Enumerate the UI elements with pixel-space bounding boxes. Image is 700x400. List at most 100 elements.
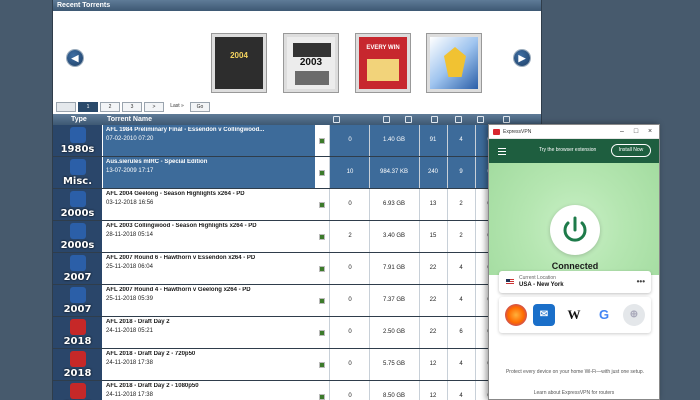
routers-link[interactable]: Learn about ExpressVPN for routers xyxy=(489,390,659,396)
torrent-date: 07-02-2010 07:20 xyxy=(106,136,154,142)
sort-icon[interactable] xyxy=(161,116,168,123)
size-col-icon[interactable] xyxy=(383,116,390,123)
recent-cover-1[interactable]: 2004 xyxy=(211,33,267,93)
torrent-name-link[interactable]: AFL 2007 Round 4 - Hawthorn v Geelong x2… xyxy=(106,287,312,293)
table-row[interactable]: 2000s AFL 2003 Collingwood - Season Highl… xyxy=(53,221,541,253)
torrent-name-cell: AFL 2003 Collingwood - Season Highlights… xyxy=(103,221,315,252)
category-icon[interactable]: 1980s xyxy=(53,125,102,156)
torrent-name-link[interactable]: AFL 2007 Round 6 - Hawthorn v Essendon x… xyxy=(106,255,312,261)
recent-cover-4[interactable] xyxy=(426,33,482,93)
comments-count: 0 xyxy=(348,297,352,303)
connection-status: Connected xyxy=(551,261,599,271)
torrent-name-cell: Aus.sierules mIRC - Special Edition 13-07… xyxy=(103,157,315,188)
mail-shortcut-icon[interactable]: ✉ xyxy=(533,304,555,326)
recent-cover-3[interactable]: EVERY WIN xyxy=(355,33,411,93)
download-icon[interactable] xyxy=(319,266,325,272)
torrent-name-link[interactable]: AFL 2004 Geelong - Season Highlights x26… xyxy=(106,191,312,197)
afl-logo-icon xyxy=(70,127,86,143)
menu-icon[interactable] xyxy=(498,148,506,157)
col-name-header[interactable]: Torrent Name xyxy=(107,114,152,125)
table-row[interactable]: 2018 AFL 2018 - Draft Day 2 24-11-2018 05:… xyxy=(53,317,541,349)
torrent-date: 25-11-2018 05:39 xyxy=(106,296,153,302)
minimize-icon[interactable]: – xyxy=(615,125,629,139)
pager-page-2[interactable]: 2 xyxy=(100,102,120,112)
table-row[interactable]: 2000s AFL 2004 Geelong - Season Highlight… xyxy=(53,189,541,221)
cover-3-text: EVERY WIN xyxy=(366,45,400,51)
carousel-prev-button[interactable]: ◀ xyxy=(67,50,83,66)
download-icon[interactable] xyxy=(319,330,325,336)
close-icon[interactable]: × xyxy=(643,125,657,139)
power-button[interactable] xyxy=(550,205,600,255)
recent-cover-2[interactable]: 2003 xyxy=(283,33,339,93)
firefox-shortcut-icon[interactable] xyxy=(505,304,527,326)
add-shortcut-icon[interactable]: ⊕ xyxy=(623,304,645,326)
table-header: Type Torrent Name xyxy=(53,114,541,125)
category-icon[interactable]: 2007 xyxy=(53,285,102,316)
leechers-count: 4 xyxy=(459,361,463,367)
torrent-name-cell: AFL 2018 - Draft Day 2 - 720p50 24-11-201… xyxy=(103,349,315,380)
download-icon[interactable] xyxy=(319,362,325,368)
comments-count: 10 xyxy=(346,169,354,175)
category-icon[interactable]: 2000s xyxy=(53,221,102,252)
download-icon[interactable] xyxy=(319,138,325,144)
download-icon[interactable] xyxy=(319,394,325,400)
leechers-col-icon[interactable] xyxy=(455,116,462,123)
category-icon[interactable]: 2007 xyxy=(53,253,102,284)
table-row[interactable]: 2007 AFL 2007 Round 6 - Hawthorn v Essend… xyxy=(53,253,541,285)
category-icon[interactable]: 2018 xyxy=(53,381,102,400)
torrent-size: 7.37 GB xyxy=(382,297,405,303)
category-icon[interactable]: 2000s xyxy=(53,189,102,220)
category-icon[interactable]: Misc. xyxy=(53,157,102,188)
table-row[interactable]: 2018 AFL 2018 - Draft Day 2 - 1080p50 24-1… xyxy=(53,381,541,400)
table-row[interactable]: Misc. Aus.sierules mIRC - Special Edition… xyxy=(53,157,541,189)
pager-page-1[interactable]: 1 xyxy=(78,102,98,112)
download-icon[interactable] xyxy=(319,170,325,176)
completed-col-icon[interactable] xyxy=(477,116,484,123)
location-label: Current Location xyxy=(519,275,556,281)
pager-last[interactable]: Last » xyxy=(166,102,188,112)
files-col-icon[interactable] xyxy=(405,116,412,123)
usa-flag-icon xyxy=(506,279,514,284)
pagination: 1 2 3 > Last » Go xyxy=(53,101,541,113)
banner-text: Try the browser extension xyxy=(539,147,597,153)
sort-icon[interactable] xyxy=(351,116,358,123)
comments-col-icon[interactable] xyxy=(333,116,340,123)
seeders-col-icon[interactable] xyxy=(431,116,438,123)
torrent-name-link[interactable]: Aus.sierules mIRC - Special Edition xyxy=(106,159,312,165)
torrent-date: 24-11-2018 17:38 xyxy=(106,392,153,398)
google-shortcut-icon[interactable]: G xyxy=(593,304,615,326)
uploader-col-icon[interactable] xyxy=(503,116,510,123)
torrent-name-link[interactable]: AFL 2018 - Draft Day 2 xyxy=(106,319,312,325)
download-icon[interactable] xyxy=(319,298,325,304)
wikipedia-shortcut-icon[interactable]: W xyxy=(563,304,585,326)
download-icon[interactable] xyxy=(319,202,325,208)
comments-count: 0 xyxy=(348,137,352,143)
category-icon[interactable]: 2018 xyxy=(53,317,102,348)
category-icon[interactable]: 2018 xyxy=(53,349,102,380)
torrent-name-link[interactable]: AFL 2003 Collingwood - Season Highlights… xyxy=(106,223,312,229)
pager-next[interactable]: > xyxy=(144,102,164,112)
location-picker[interactable]: Current Location USA - New York ••• xyxy=(499,271,651,293)
cover-1-text: 2004 xyxy=(230,51,248,60)
carousel-next-button[interactable]: ▶ xyxy=(514,50,530,66)
extension-banner: Try the browser extension Install Now xyxy=(489,139,659,163)
download-icon[interactable] xyxy=(319,234,325,240)
pager-page-3[interactable]: 3 xyxy=(122,102,142,112)
maximize-icon[interactable]: □ xyxy=(629,125,643,139)
location-options-button[interactable]: ••• xyxy=(637,277,645,286)
table-row[interactable]: 1980s AFL 1984 Preliminary Final - Essend… xyxy=(53,125,541,157)
col-type-header[interactable]: Type xyxy=(71,114,87,125)
category-year: 1980s xyxy=(60,144,95,155)
install-now-button[interactable]: Install Now xyxy=(611,144,651,157)
category-year: 2018 xyxy=(63,368,92,379)
torrent-date: 24-11-2018 17:38 xyxy=(106,360,153,366)
pager-first[interactable] xyxy=(56,102,76,112)
torrent-name-link[interactable]: AFL 1984 Preliminary Final - Essendon v … xyxy=(106,127,312,133)
app-shortcuts: ✉ W G ⊕ xyxy=(499,297,651,333)
pager-go-button[interactable]: Go xyxy=(190,102,210,112)
table-row[interactable]: 2018 AFL 2018 - Draft Day 2 - 720p50 24-11… xyxy=(53,349,541,381)
torrent-name-link[interactable]: AFL 2018 - Draft Day 2 - 1080p50 xyxy=(106,383,312,389)
comments-count: 0 xyxy=(348,393,352,399)
torrent-name-link[interactable]: AFL 2018 - Draft Day 2 - 720p50 xyxy=(106,351,312,357)
table-row[interactable]: 2007 AFL 2007 Round 4 - Hawthorn v Geelon… xyxy=(53,285,541,317)
